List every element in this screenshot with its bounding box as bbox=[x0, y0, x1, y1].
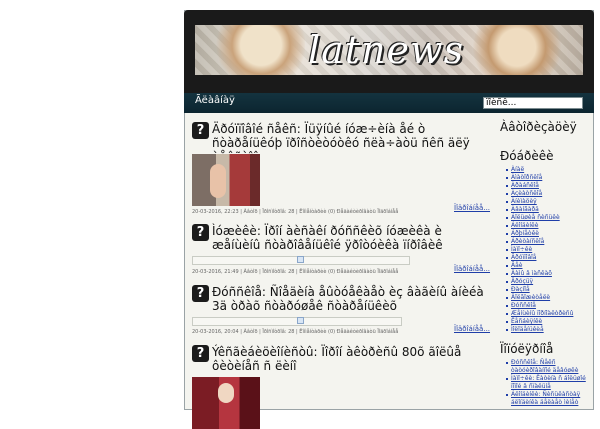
sidebar-link[interactable]: Ðàçíîå bbox=[506, 286, 590, 294]
sidebar-link[interactable]: Ãðóïïîâîå bbox=[506, 254, 590, 262]
sidebar-link[interactable]: Áîëüøèå ñèñüêè bbox=[506, 214, 590, 222]
sidebar-link[interactable]: Æåíùèíû ïîðíîàêòðèñû bbox=[506, 310, 590, 318]
question-icon: ? bbox=[192, 345, 209, 362]
search-input[interactable] bbox=[483, 97, 583, 109]
sidebar-link[interactable]: Áðþíåòêè bbox=[506, 230, 590, 238]
read-more-link[interactable]: Ïîäðîáíåå... bbox=[454, 265, 490, 273]
post-title[interactable]: Ìóæèêè: Ïðîí àèñàêí ðóññêèõ íóæèêà è æåí… bbox=[212, 224, 492, 252]
post-meta: 20-03-2016, 22:23 | Àâòîð | Ïðîñìîòðîâ: … bbox=[192, 209, 399, 215]
sidebar-link[interactable]: Áëîíäèíêè bbox=[506, 222, 590, 230]
sidebar-link[interactable]: Àíàë bbox=[506, 166, 590, 174]
site-logo[interactable]: latnews bbox=[308, 28, 464, 72]
sidebar-link[interactable]: Áðèòàíñêîå bbox=[506, 238, 590, 246]
post-title[interactable]: Ýêñãèáèöèîíèñòû: Ïîðîí àêòðèñû 80õ ãîëûå… bbox=[212, 345, 492, 373]
sidebar-link[interactable]: Ìàìî÷êè: Ëàòèíà ñ áîëüøîé ïîïîé â ñïàëüí… bbox=[506, 375, 590, 391]
sidebar-link[interactable]: Ãåè bbox=[506, 262, 590, 270]
media-placeholder bbox=[192, 317, 402, 326]
sidebar-link[interactable]: Ëåñáèÿíêè bbox=[506, 318, 590, 326]
sidebar-link[interactable]: Àâàíãàðä bbox=[506, 206, 590, 214]
post-thumbnail[interactable] bbox=[192, 377, 260, 429]
broken-image-icon bbox=[297, 256, 304, 263]
sidebar-link[interactable]: Äîëãîæèòåëè bbox=[506, 294, 590, 302]
broken-image-icon bbox=[297, 317, 304, 324]
category-list: Àíàë Àìàòîðñêîå Àðàáñêîå Àçèàòñêîå Àíèìàöèÿ À… bbox=[506, 166, 590, 334]
sidebar-login-heading: Àâòîðèçàöèÿ bbox=[500, 120, 577, 134]
media-placeholder bbox=[192, 256, 410, 265]
question-icon: ? bbox=[192, 224, 209, 241]
sidebar-link[interactable]: Ðóññêîå bbox=[506, 302, 590, 310]
sidebar-link[interactable]: Àðàáñêîå bbox=[506, 182, 590, 190]
nav-home-link[interactable]: Ãëàâíàÿ bbox=[195, 95, 235, 106]
sidebar-categories-heading: Ðóáðèêè bbox=[500, 149, 554, 163]
post-title[interactable]: Ðóññêîå: Ñîåäèíà åûòóåêàåò èç âàãèíû àíè… bbox=[212, 285, 492, 313]
post-meta: 20-03-2016, 20:04 | Àâòîð | Ïðîñìîòðîâ: … bbox=[192, 329, 399, 335]
sidebar-link[interactable]: Äàìû â ìàñêàõ bbox=[506, 270, 590, 278]
sidebar-link[interactable]: Ìîëîäåíüêèå bbox=[506, 326, 590, 334]
sidebar-link[interactable]: Ðóññêîå: Ñåêñ òàòóèðîâàííîé äåâóøêè bbox=[506, 359, 590, 375]
sidebar-link[interactable]: Àíèìàöèÿ bbox=[506, 198, 590, 206]
post-meta: 20-03-2016, 21:49 | Àâòîð | Ïðîñìîòðîâ: … bbox=[192, 269, 399, 275]
sidebar-link[interactable]: Äðóçüÿ bbox=[506, 278, 590, 286]
post-thumbnail[interactable] bbox=[192, 154, 260, 206]
sidebar-popular-heading: Ïîïóëÿðíîå bbox=[500, 342, 554, 356]
read-more-link[interactable]: Ïîäðîáíåå... bbox=[454, 204, 490, 212]
sidebar-link[interactable]: Ìàìî÷êè bbox=[506, 246, 590, 254]
sidebar-link[interactable]: Áëîíäèíêè: Ñèñüêàñòàÿ áëîíäèíêà äåëàåò ì… bbox=[506, 391, 590, 407]
sidebar-link[interactable]: Àìàòîðñêîå bbox=[506, 174, 590, 182]
question-icon: ? bbox=[192, 285, 209, 302]
sidebar-link[interactable]: Àçèàòñêîå bbox=[506, 190, 590, 198]
question-icon: ? bbox=[192, 122, 209, 139]
read-more-link[interactable]: Ïîäðîáíåå... bbox=[454, 325, 490, 333]
